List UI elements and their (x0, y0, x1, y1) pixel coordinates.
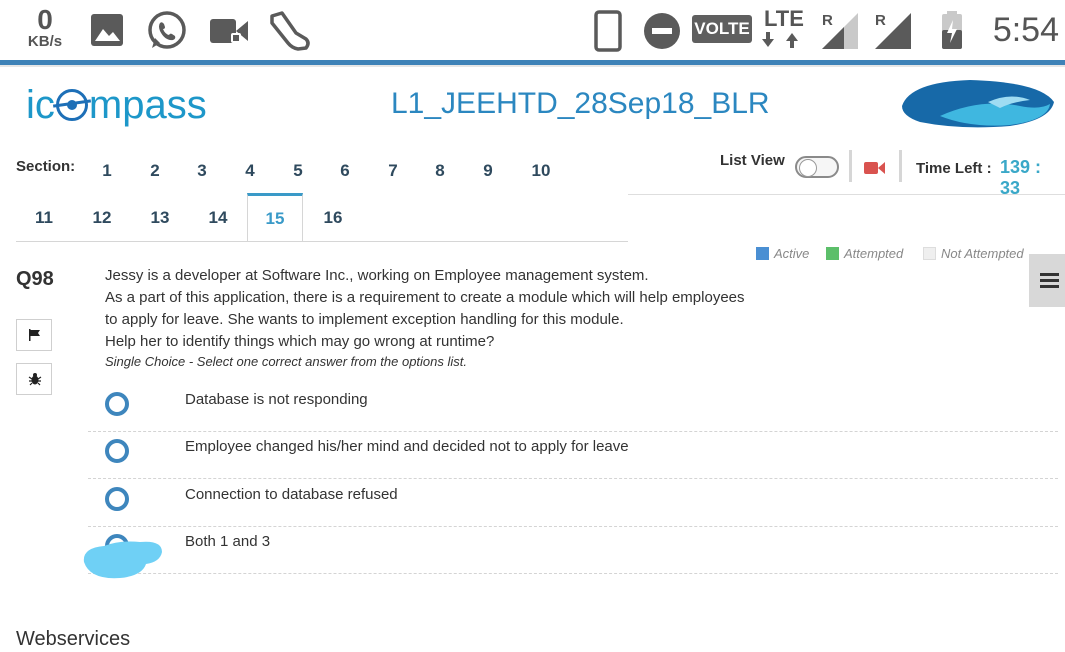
radio-button[interactable] (105, 392, 129, 416)
legend-not-attempted: Not Attempted (923, 246, 1024, 261)
section-tab-10[interactable]: 10 (521, 161, 561, 181)
option-1[interactable]: Database is not responding (88, 384, 1058, 432)
section-tab-9[interactable]: 9 (468, 161, 508, 181)
option-label: Both 1 and 3 (185, 533, 271, 550)
section-divider (16, 241, 628, 242)
do-not-disturb-icon (644, 13, 680, 49)
radio-button[interactable] (105, 439, 129, 463)
section-tab-15[interactable]: 15 (255, 209, 295, 229)
divider (849, 150, 852, 182)
shoe-icon (270, 11, 310, 51)
battery-icon (942, 11, 962, 49)
divider (899, 150, 902, 182)
brand-logo (902, 80, 1054, 128)
section-tab-12[interactable]: 12 (82, 208, 122, 228)
option-2[interactable]: Employee changed his/her mind and decide… (88, 431, 1058, 479)
lte-indicator: LTE (762, 8, 804, 48)
gallery-icon (91, 14, 123, 46)
section-tab-1[interactable]: 1 (87, 161, 127, 181)
phone-icon (594, 10, 622, 52)
menu-icon-bar (1040, 285, 1059, 288)
menu-button[interactable] (1029, 254, 1065, 307)
time-left-label: Time Left : (916, 160, 992, 177)
legend-attempted: Attempted (826, 246, 903, 261)
section-tab-5[interactable]: 5 (278, 161, 318, 181)
section-tab-16[interactable]: 16 (313, 208, 353, 228)
section-tab-2[interactable]: 2 (135, 161, 175, 181)
compass-icon (55, 89, 88, 122)
divider (0, 65, 1065, 67)
question-text: Jessy is a developer at Software Inc., w… (105, 267, 745, 350)
exam-title: L1_JEEHTD_28Sep18_BLR (391, 87, 770, 120)
menu-icon-bar (1040, 279, 1059, 282)
legend-active: Active (756, 246, 809, 261)
section-tab-14[interactable]: 14 (198, 208, 238, 228)
flag-icon (29, 329, 40, 341)
time-left-value: 139 : 33 (1000, 157, 1042, 198)
next-section-title: Webservices (16, 628, 131, 650)
question-number: Q98 (16, 268, 54, 290)
option-label: Employee changed his/her mind and decide… (185, 438, 629, 455)
legend-swatch (756, 247, 769, 260)
flag-button[interactable] (16, 319, 52, 351)
option-3[interactable]: Connection to database refused (88, 479, 1058, 527)
menu-icon (1040, 273, 1059, 276)
section-tab-7[interactable]: 7 (373, 161, 413, 181)
data-arrows-icon (762, 32, 798, 48)
signal-icon (875, 13, 911, 49)
report-bug-button[interactable] (16, 363, 52, 395)
status-bar: 0 KB/s VOLTE LTE R R 5:54 (0, 0, 1065, 60)
bug-icon (28, 373, 42, 386)
section-tab-11[interactable]: 11 (24, 208, 64, 228)
section-tab-13[interactable]: 13 (140, 208, 180, 228)
whatsapp-icon (148, 11, 186, 49)
legend-swatch (826, 247, 839, 260)
option-label: Connection to database refused (185, 486, 398, 503)
signal-icon (822, 13, 858, 49)
option-label: Database is not responding (185, 391, 368, 408)
list-view-toggle[interactable] (795, 156, 839, 178)
section-tab-3[interactable]: 3 (182, 161, 222, 181)
video-call-icon (210, 19, 248, 43)
section-tab-6[interactable]: 6 (325, 161, 365, 181)
network-speed: 0 KB/s (27, 4, 63, 50)
section-label: Section: (16, 158, 76, 175)
camera-icon (864, 162, 885, 174)
option-4[interactable]: Both 1 and 3 (88, 526, 1058, 574)
section-tab-4[interactable]: 4 (230, 161, 270, 181)
toggle-knob (799, 159, 817, 177)
question-type-hint: Single Choice - Select one correct answe… (105, 354, 468, 369)
list-view-label: List View (720, 152, 785, 169)
scribble-overlay (83, 541, 162, 579)
volte-badge: VOLTE (692, 15, 752, 43)
legend-swatch (923, 247, 936, 260)
icompass-logo: ic mpass (26, 83, 207, 127)
section-tab-8[interactable]: 8 (420, 161, 460, 181)
radio-button[interactable] (105, 487, 129, 511)
clock: 5:54 (992, 11, 1059, 49)
